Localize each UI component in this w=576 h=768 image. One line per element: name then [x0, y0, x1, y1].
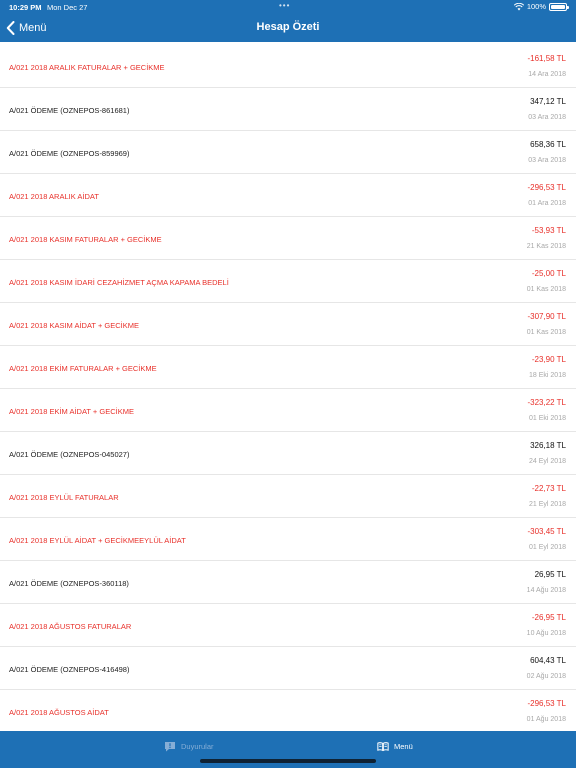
- transaction-amount: -23,90 TL: [531, 355, 566, 364]
- tab-duyurular[interactable]: Duyurular: [164, 739, 214, 753]
- transaction-description: A/021 ÖDEME (OZNEPOS-045027): [9, 450, 130, 459]
- transaction-amount: -296,53 TL: [527, 699, 566, 708]
- transaction-amount: -26,95 TL: [531, 613, 566, 622]
- transaction-date: 21 Eyl 2018: [529, 501, 566, 508]
- transaction-amount: -53,93 TL: [531, 226, 566, 235]
- status-time: 10:29 PM: [9, 3, 42, 12]
- transaction-row[interactable]: A/021 2018 AĞUSTOS FATURALAR -26,95 TL 10 …: [0, 604, 576, 647]
- transaction-date: 02 Ağu 2018: [526, 673, 566, 680]
- battery-icon: [549, 2, 569, 11]
- transaction-row[interactable]: A/021 ÖDEME (OZNEPOS-045027) 326,18 TL 24 …: [0, 432, 576, 475]
- transaction-description: A/021 2018 KASIM FATURALAR + GECİKME: [9, 235, 162, 244]
- transaction-description: A/021 2018 KASIM İDARİ CEZAHİZMET AÇMA K…: [9, 278, 229, 287]
- transaction-date: 24 Eyl 2018: [529, 458, 566, 465]
- transaction-description: A/021 ÖDEME (OZNEPOS-416498): [9, 665, 130, 674]
- transaction-amount: 26,95 TL: [534, 570, 566, 579]
- transaction-date: 14 Ara 2018: [528, 71, 566, 78]
- transaction-amount: -161,58 TL: [527, 54, 566, 63]
- transaction-row[interactable]: A/021 ÖDEME (OZNEPOS-861681) 347,12 TL 03 …: [0, 88, 576, 131]
- transaction-row[interactable]: A/021 2018 AĞUSTOS AİDAT -296,53 TL 01 Ağu…: [0, 690, 576, 733]
- page-title: Hesap Özeti: [256, 21, 320, 33]
- transaction-row[interactable]: A/021 ÖDEME (OZNEPOS-416498) 604,43 TL 02 …: [0, 647, 576, 690]
- status-date: Mon Dec 27: [47, 3, 88, 12]
- home-indicator[interactable]: [200, 759, 376, 763]
- transaction-row[interactable]: A/021 2018 EKİM AİDAT + GECİKME -323,22 T…: [0, 389, 576, 432]
- wifi-icon: [513, 2, 524, 10]
- transaction-description: A/021 2018 AĞUSTOS AİDAT: [9, 708, 109, 717]
- header: 10:29 PM Mon Dec 27 ••• 100% Menü Hesap …: [0, 0, 576, 42]
- transaction-description: A/021 2018 EKİM AİDAT + GECİKME: [9, 407, 134, 416]
- transaction-row[interactable]: A/021 2018 EKİM FATURALAR + GECİKME -23,9…: [0, 346, 576, 389]
- transaction-description: A/021 2018 KASIM AİDAT + GECİKME: [9, 321, 139, 330]
- status-bar: 10:29 PM Mon Dec 27 ••• 100%: [0, 0, 576, 14]
- transaction-amount: 326,18 TL: [530, 441, 566, 450]
- announcement-icon: [165, 741, 175, 751]
- transaction-description: A/021 2018 ARALIK FATURALAR + GECİKME: [9, 63, 165, 72]
- transaction-row[interactable]: A/021 2018 EYLÜL FATURALAR -22,73 TL 21 Ey…: [0, 475, 576, 518]
- app-window: 10:29 PM Mon Dec 27 ••• 100% Menü Hesap …: [0, 0, 576, 768]
- transaction-date: 01 Ara 2018: [528, 200, 566, 207]
- transaction-row[interactable]: A/021 2018 KASIM İDARİ CEZAHİZMET AÇMA K…: [0, 260, 576, 303]
- transaction-row[interactable]: A/021 2018 EYLÜL AİDAT + GECİKMEEYLÜL Aİ…: [0, 518, 576, 561]
- transaction-amount: -323,22 TL: [527, 398, 566, 407]
- transaction-description: A/021 ÖDEME (OZNEPOS-360118): [9, 579, 129, 588]
- transaction-date: 03 Ara 2018: [528, 157, 566, 164]
- transaction-description: A/021 2018 EYLÜL FATURALAR: [9, 493, 119, 502]
- transaction-description: A/021 2018 AĞUSTOS FATURALAR: [9, 622, 132, 631]
- transaction-date: 14 Ağu 2018: [526, 587, 566, 594]
- transaction-description: A/021 2018 EYLÜL AİDAT + GECİKMEEYLÜL Aİ…: [9, 536, 186, 545]
- transaction-description: A/021 2018 ARALIK AİDAT: [9, 192, 99, 201]
- transaction-date: 10 Ağu 2018: [526, 630, 566, 637]
- transaction-amount: -303,45 TL: [527, 527, 566, 536]
- transaction-row[interactable]: A/021 2018 KASIM FATURALAR + GECİKME -53,…: [0, 217, 576, 260]
- transaction-description: A/021 2018 EKİM FATURALAR + GECİKME: [9, 364, 157, 373]
- tab-label: Menü: [394, 741, 413, 751]
- transaction-date: 03 Ara 2018: [528, 114, 566, 121]
- transaction-row[interactable]: A/021 2018 ARALIK FATURALAR + GECİKME -16…: [0, 45, 576, 88]
- transaction-amount: -307,90 TL: [527, 312, 566, 321]
- transaction-description: A/021 ÖDEME (OZNEPOS-859969): [9, 149, 130, 158]
- transaction-row[interactable]: A/021 ÖDEME (OZNEPOS-859969) 658,36 TL 03 …: [0, 131, 576, 174]
- transaction-amount: 604,43 TL: [530, 656, 566, 665]
- transaction-amount: 658,36 TL: [530, 140, 566, 149]
- transaction-date: 01 Eki 2018: [529, 415, 566, 422]
- navigation-bar: Menü Hesap Özeti: [0, 14, 576, 42]
- transaction-amount: -22,73 TL: [531, 484, 566, 493]
- transaction-row[interactable]: A/021 2018 KASIM AİDAT + GECİKME -307,90 …: [0, 303, 576, 346]
- transaction-row[interactable]: A/021 2018 ARALIK AİDAT -296,53 TL 01 Ara …: [0, 174, 576, 217]
- transaction-date: 21 Kas 2018: [526, 243, 566, 250]
- multitasking-dots-icon[interactable]: •••: [279, 1, 290, 10]
- transaction-row[interactable]: A/021 ÖDEME (OZNEPOS-360118) 26,95 TL 14 A…: [0, 561, 576, 604]
- transaction-amount: -25,00 TL: [531, 269, 566, 278]
- transaction-date: 01 Kas 2018: [526, 286, 566, 293]
- transaction-date: 18 Eki 2018: [529, 372, 566, 379]
- battery-percentage: 100%: [526, 2, 546, 11]
- transaction-list[interactable]: A/021 2018 ARALIK FATURALAR + GECİKME -16…: [0, 45, 576, 733]
- tab-menu[interactable]: Menü: [377, 739, 413, 753]
- transaction-date: 01 Kas 2018: [526, 329, 566, 336]
- transaction-description: A/021 ÖDEME (OZNEPOS-861681): [9, 106, 130, 115]
- transaction-date: 01 Eyl 2018: [529, 544, 566, 551]
- transaction-amount: -296,53 TL: [527, 183, 566, 192]
- transaction-date: 01 Ağu 2018: [526, 716, 566, 723]
- status-indicators: 100%: [513, 2, 569, 11]
- transaction-amount: 347,12 TL: [530, 97, 566, 106]
- tab-label: Duyurular: [181, 741, 214, 751]
- book-icon: [377, 741, 389, 751]
